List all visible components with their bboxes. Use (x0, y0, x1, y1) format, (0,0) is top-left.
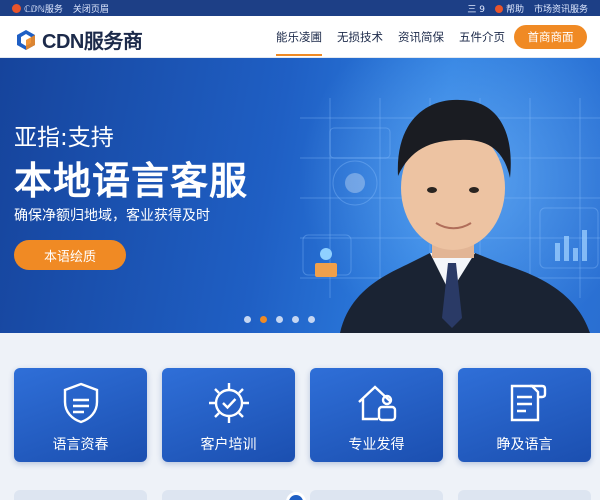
topbar-close-link[interactable]: 关闭页眉 (73, 2, 109, 15)
hero-cta-button[interactable]: 本语绘质 (14, 240, 126, 270)
brand-name: CDN服务商 (42, 31, 143, 53)
hero-description: 确保净额归地域，客业获得及时 (14, 208, 210, 224)
main-navbar: CDN服务商 能乐凌圃 无损技术 资讯简保 五件介页 首商商面 (0, 16, 600, 58)
carousel-indicators (244, 316, 315, 323)
nav-item-1[interactable]: 能乐凌圃 (276, 16, 322, 58)
carousel-dot[interactable] (244, 316, 251, 323)
top-utility-bar: ℂⅅℕ服务 关闭页眉 三 9 帮助 市场资讯服务 (0, 0, 600, 16)
topbar-brand: ℂⅅℕ服务 (12, 2, 63, 15)
brand-logo[interactable]: CDN服务商 (14, 25, 143, 54)
carousel-dot[interactable] (276, 316, 283, 323)
nav-item-2[interactable]: 无损技术 (337, 16, 383, 58)
preview-card (14, 490, 147, 500)
service-card-2[interactable]: 客户培训 (162, 368, 295, 462)
cdn-logo-icon (17, 29, 35, 50)
preview-card (162, 490, 295, 500)
carousel-dot-active[interactable] (260, 316, 267, 323)
topbar-counter: 三 9 (467, 5, 485, 15)
hero-banner: 亚指:支持 本地语言客服 确保净额归地域，客业获得及时 本语绘质 (0, 58, 600, 333)
hero-title: 本地语言客服 (14, 159, 249, 203)
main-nav: 能乐凌圃 无损技术 资讯简保 五件介页 (276, 16, 520, 58)
house-person-icon (358, 385, 397, 422)
service-card-label: 专业发得 (348, 437, 405, 453)
topbar-help-link[interactable]: 帮助 (494, 2, 524, 15)
service-cards: 语言资春 客户培训 专业发得 睁及语言 (14, 368, 591, 462)
shield-icon (63, 382, 99, 424)
nav-item-4[interactable]: 五件介页 (459, 16, 505, 58)
service-card-3[interactable]: 专业发得 (310, 368, 443, 462)
document-chat-icon (510, 384, 547, 422)
nav-cta-button[interactable]: 首商商面 (514, 25, 587, 49)
service-card-label: 睁及语言 (496, 437, 553, 453)
carousel-dot[interactable] (292, 316, 299, 323)
service-card-4[interactable]: 睁及语言 (458, 368, 591, 462)
service-card-1[interactable]: 语言资春 (14, 368, 147, 462)
gear-check-icon (209, 383, 249, 423)
brand-dot-icon (12, 4, 21, 13)
carousel-dot[interactable] (308, 316, 315, 323)
preview-card (310, 490, 443, 500)
service-card-label: 客户培训 (200, 437, 257, 453)
nav-item-3[interactable]: 资讯简保 (398, 16, 444, 58)
service-card-label: 语言资春 (52, 437, 109, 453)
topbar-market-link[interactable]: 市场资讯服务 (534, 2, 588, 15)
hero-subtitle: 亚指:支持 (14, 125, 114, 151)
preview-card (458, 490, 591, 500)
notification-icon (494, 5, 503, 13)
